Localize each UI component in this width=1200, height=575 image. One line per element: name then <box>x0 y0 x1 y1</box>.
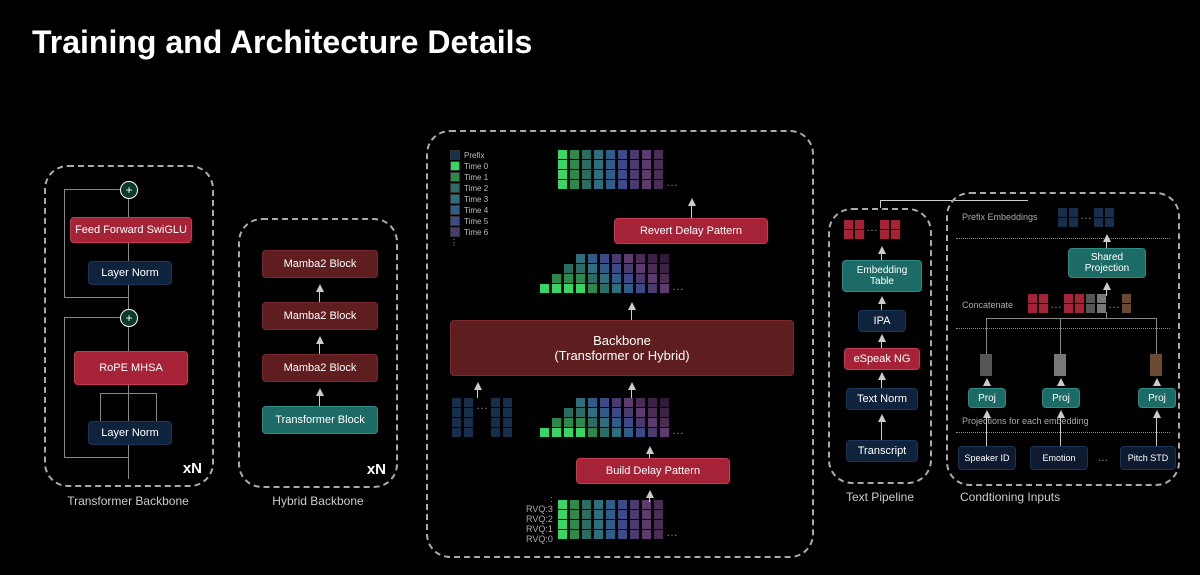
text-pipeline-panel: … Embedding Table IPA eSpeak NG Text Nor… <box>828 208 932 484</box>
arrow-up-icon-8 <box>628 382 636 390</box>
conditioning-caption: Condtioning Inputs <box>960 490 1080 504</box>
rope-mhsa-block: RoPE MHSA <box>74 351 188 385</box>
arrow-up-icon-19 <box>1153 378 1161 386</box>
arrow-up-icon-17 <box>983 378 991 386</box>
arrow-up-icon-20 <box>983 410 991 418</box>
proj-token-1 <box>980 354 992 376</box>
ellipsis-icon: ... <box>1098 450 1108 464</box>
text-output-tokens: … <box>844 220 900 239</box>
arrow-up-icon-18 <box>1057 378 1065 386</box>
arrow-up-icon-4 <box>688 198 696 206</box>
build-delay-block: Build Delay Pattern <box>576 458 730 484</box>
hybrid-backbone-caption: Hybrid Backbone <box>258 494 378 508</box>
proj-block-3: Proj <box>1138 388 1176 408</box>
add-icon: + <box>120 181 138 199</box>
arrow-up-icon-7 <box>474 382 482 390</box>
prefix-embeddings-label: Prefix Embeddings <box>962 212 1038 222</box>
layer-norm-block-2: Layer Norm <box>88 421 172 445</box>
backbone-block: Backbone (Transformer or Hybrid) <box>450 320 794 376</box>
conditioning-panel: … Prefix Embeddings Shared Projection Co… <box>946 192 1180 486</box>
repeat-label: xN <box>183 460 202 477</box>
rvq-labels: : RVQ:3 RVQ:2 RVQ:1 RVQ:0 <box>526 494 553 544</box>
embedding-table-block: Embedding Table <box>842 260 922 292</box>
mamba2-block-1: Mamba2 Block <box>262 250 378 278</box>
concat-tokens: … … <box>1028 294 1131 313</box>
hybrid-backbone-panel: Mamba2 Block Mamba2 Block Mamba2 Block T… <box>238 218 398 488</box>
transformer-backbone-caption: Transformer Backbone <box>58 494 198 508</box>
ipa-block: IPA <box>858 310 906 332</box>
add-icon-2: + <box>120 309 138 327</box>
arrow-up-icon-10 <box>878 246 886 254</box>
arrow-up-icon-15 <box>1103 234 1111 242</box>
repeat-label-2: xN <box>367 461 386 478</box>
input-tokens: … <box>558 500 678 539</box>
proj-block-2: Proj <box>1042 388 1080 408</box>
arrow-up-icon-12 <box>878 334 886 342</box>
arrow-up-icon-3 <box>316 388 324 396</box>
time-legend: Prefix Time 0 Time 1 Time 2 Time 3 Time … <box>450 150 488 248</box>
ffn-block: Feed Forward SwiGLU <box>70 217 192 243</box>
prefix-tokens: … <box>452 398 512 437</box>
arrow-up-icon-9 <box>628 302 636 310</box>
concatenate-label: Concatenate <box>962 300 1013 310</box>
arrow-up-icon-11 <box>878 296 886 304</box>
text-norm-block: Text Norm <box>846 388 918 410</box>
backbone-flow-panel: Prefix Time 0 Time 1 Time 2 Time 3 Time … <box>426 130 814 558</box>
transformer-block: Transformer Block <box>262 406 378 434</box>
espeak-block: eSpeak NG <box>844 348 920 370</box>
arrow-up-icon <box>316 284 324 292</box>
transcript-block: Transcript <box>846 440 918 462</box>
page-title: Training and Architecture Details <box>32 24 532 61</box>
arrow-up-icon-5 <box>646 446 654 454</box>
staircase-tokens-bottom: … <box>540 398 684 437</box>
transformer-backbone-panel: + Feed Forward SwiGLU Layer Norm + RoPE … <box>44 165 214 487</box>
arrow-up-icon-13 <box>878 372 886 380</box>
staircase-tokens-top: … <box>540 254 684 293</box>
proj-token-3 <box>1150 354 1162 376</box>
arrow-up-icon-16 <box>1103 282 1111 290</box>
projections-label: Projections for each embedding <box>962 416 1089 426</box>
emotion-block: Emotion <box>1030 446 1088 470</box>
arrow-up-icon-14 <box>878 414 886 422</box>
prefix-embed-tokens: … <box>1058 208 1114 227</box>
proj-block-1: Proj <box>968 388 1006 408</box>
text-pipeline-caption: Text Pipeline <box>834 490 926 504</box>
connector-line <box>880 200 881 208</box>
pitch-std-block: Pitch STD <box>1120 446 1176 470</box>
arrow-up-icon-21 <box>1057 410 1065 418</box>
layer-norm-block-1: Layer Norm <box>88 261 172 285</box>
mamba2-block-3: Mamba2 Block <box>262 354 378 382</box>
speaker-id-block: Speaker ID <box>958 446 1016 470</box>
mamba2-block-2: Mamba2 Block <box>262 302 378 330</box>
revert-delay-block: Revert Delay Pattern <box>614 218 768 244</box>
arrow-up-icon-6 <box>646 490 654 498</box>
arrow-up-icon-2 <box>316 336 324 344</box>
shared-projection-block: Shared Projection <box>1068 248 1146 278</box>
proj-token-2 <box>1054 354 1066 376</box>
arrow-up-icon-22 <box>1153 410 1161 418</box>
output-tokens: … <box>558 150 678 189</box>
